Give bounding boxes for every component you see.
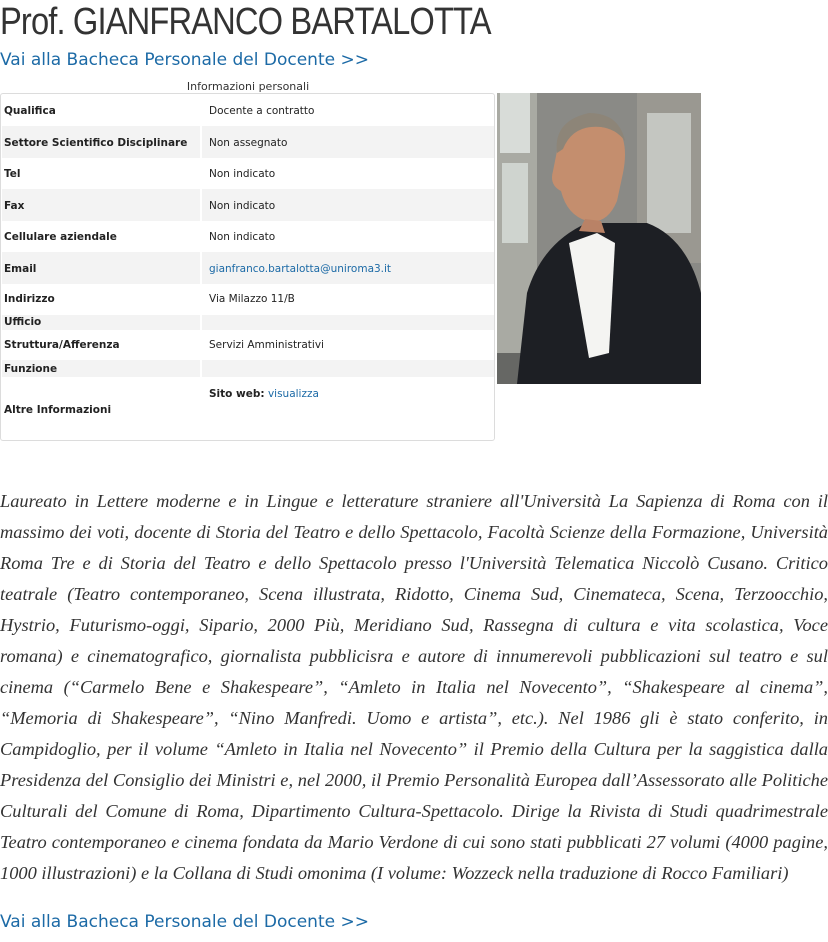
table-row: Funzione	[2, 360, 494, 377]
row-label-funzione: Funzione	[4, 363, 58, 375]
row-label-qualifica: Qualifica	[4, 105, 56, 117]
table-caption: Informazioni personali	[186, 80, 310, 93]
row-label-struttura: Struttura/Afferenza	[4, 339, 120, 351]
row-label-altre-info: Altre Informazioni	[4, 404, 112, 416]
row-label-tel: Tel	[4, 168, 21, 180]
row-value-indirizzo: Via Milazzo 11/B	[209, 293, 295, 305]
row-label-ufficio: Ufficio	[4, 316, 42, 328]
row-label-cellulare: Cellulare aziendale	[4, 231, 117, 243]
table-row: Fax Non indicato	[2, 189, 494, 221]
row-value-settore: Non assegnato	[209, 137, 288, 149]
bacheca-link-bottom[interactable]: Vai alla Bacheca Personale del Docente >…	[0, 912, 369, 932]
table-row: Settore Scientifico Disciplinare Non ass…	[2, 126, 494, 158]
sito-web-label: Sito web:	[209, 388, 265, 400]
row-value-struttura: Servizi Amministrativi	[209, 339, 324, 351]
table-row: Struttura/Afferenza Servizi Amministrati…	[2, 330, 494, 360]
row-label-indirizzo: Indirizzo	[4, 293, 55, 305]
page-title: Prof. GIANFRANCO BARTALOTTA	[0, 1, 492, 43]
row-label-settore: Settore Scientifico Disciplinare	[4, 137, 188, 149]
row-label-fax: Fax	[4, 200, 25, 212]
info-table: Qualifica Docente a contratto Settore Sc…	[0, 93, 495, 441]
table-row: Email gianfranco.bartalotta@uniroma3.it	[2, 252, 494, 284]
table-row: Cellulare aziendale Non indicato	[2, 221, 494, 252]
table-row: Qualifica Docente a contratto	[2, 95, 494, 126]
bacheca-link-top[interactable]: Vai alla Bacheca Personale del Docente >…	[0, 50, 369, 70]
bio-text: Laureato in Lettere moderne e in Lingue …	[0, 491, 828, 883]
row-label-email: Email	[4, 263, 37, 275]
row-value-sito-web: Sito web: visualizza	[209, 388, 319, 400]
table-row: Ufficio	[2, 315, 494, 330]
table-row: Tel Non indicato	[2, 158, 494, 189]
row-value-fax: Non indicato	[209, 200, 276, 212]
row-value-qualifica: Docente a contratto	[209, 105, 315, 117]
sito-web-link[interactable]: visualizza	[268, 388, 319, 400]
table-row: Altre Informazioni Sito web: visualizza	[2, 377, 494, 439]
table-row: Indirizzo Via Milazzo 11/B	[2, 284, 494, 315]
row-value-tel: Non indicato	[209, 168, 276, 180]
row-value-cellulare: Non indicato	[209, 231, 276, 243]
email-link[interactable]: gianfranco.bartalotta@uniroma3.it	[209, 263, 391, 275]
profile-photo	[497, 93, 701, 384]
